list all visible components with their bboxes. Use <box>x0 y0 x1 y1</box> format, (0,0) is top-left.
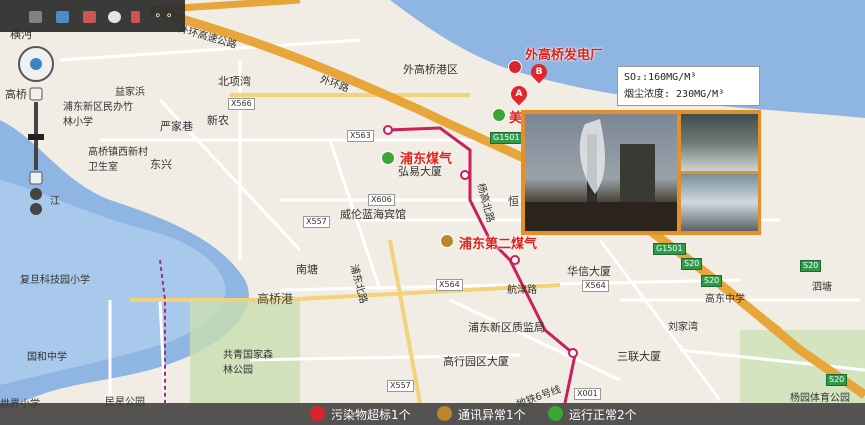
map-label: 新农 <box>207 114 229 127</box>
map-label: 浦东新区质监局 <box>468 321 545 334</box>
so2-reading: SO₂:160MG/M³ <box>624 72 697 83</box>
more-options-icon[interactable]: ∘ ∘ <box>154 8 173 22</box>
pan-tool-icon[interactable] <box>29 11 42 23</box>
measure-tool-icon[interactable] <box>83 11 96 23</box>
map-label: 浦东新区民办竹林小学 <box>63 102 133 128</box>
map-label: 国和中学 <box>27 352 67 363</box>
map-label: 严家巷 <box>160 120 193 133</box>
zoom-control <box>16 44 56 224</box>
zoom-out-button[interactable] <box>29 171 43 185</box>
map-label: 高桥港 <box>257 292 294 306</box>
map-label: 共青国家森林公园 <box>223 350 273 376</box>
route-shield: X557 <box>303 216 330 228</box>
route-shield: G1501 <box>653 243 686 255</box>
route-shield: S20 <box>701 275 723 287</box>
alarm-marker-icon[interactable] <box>508 60 522 74</box>
map-label: 北项湾 <box>218 75 251 88</box>
route-shield: S20 <box>800 260 822 272</box>
video-surveillance-panel[interactable] <box>521 110 761 235</box>
route-shield: S20 <box>681 258 703 270</box>
route-shield: X606 <box>368 194 395 206</box>
emission-info-popup: SO₂:160MG/M³ 烟尘浓度: 230MG/M³ <box>617 66 760 106</box>
site-label-pudong-gas[interactable]: 浦东煤气 <box>400 148 452 167</box>
zoom-slider-handle[interactable] <box>28 134 44 140</box>
clock-tool-icon[interactable] <box>108 11 121 23</box>
status-legend-bar <box>0 403 865 425</box>
map-label: 泗塘 <box>812 282 832 293</box>
hand-tool-icon[interactable] <box>30 188 42 200</box>
ok-marker-icon[interactable] <box>492 108 506 122</box>
map-toolbar: ∘ ∘ <box>0 0 185 32</box>
map-label: 刘家湾 <box>668 322 698 333</box>
route-shield: G1501 <box>490 132 523 144</box>
dust-reading: 烟尘浓度: 230MG/M³ <box>624 89 725 100</box>
warning-marker-icon[interactable] <box>440 234 454 248</box>
site-label-power-plant[interactable]: 外高桥发电厂 <box>525 44 603 63</box>
route-shield: X564 <box>436 279 463 291</box>
map-label: 华信大厦 <box>567 265 611 278</box>
flag-tool-icon[interactable] <box>131 11 140 23</box>
chimney-smoke-image <box>525 119 677 231</box>
alarm-legend-icon <box>310 406 325 421</box>
map-label: 恒 <box>508 195 519 208</box>
map-label: 高桥镇西新村卫生室 <box>88 147 148 173</box>
map-label: 复旦科技园小学 <box>20 275 90 286</box>
map-pin-a[interactable]: A <box>507 82 531 106</box>
map-label: 南塘 <box>296 263 318 276</box>
map-label: 高行园区大厦 <box>443 355 509 368</box>
route-shield: X566 <box>228 98 255 110</box>
video-main-feed[interactable] <box>525 114 677 231</box>
map-label: 航津路 <box>507 285 537 296</box>
route-shield: S20 <box>826 374 848 386</box>
warning-legend-icon <box>437 406 452 421</box>
map-label: 益家浜 <box>115 87 145 98</box>
map-label: 高东中学 <box>705 294 745 305</box>
legend-warning-text: 通讯异常1个 <box>458 408 526 422</box>
layers-icon[interactable] <box>30 203 42 215</box>
legend-alarm-text: 污染物超标1个 <box>331 408 411 422</box>
video-sub-feed-1[interactable] <box>681 114 758 171</box>
map-label: 三联大厦 <box>617 350 661 363</box>
ok-marker-icon[interactable] <box>381 151 395 165</box>
map-label: 外高桥港区 <box>403 63 458 76</box>
route-shield: X557 <box>387 380 414 392</box>
video-sub-feed-2[interactable] <box>681 174 758 231</box>
zoom-in-button[interactable] <box>29 87 43 101</box>
map-pin-b[interactable]: B <box>527 60 551 84</box>
route-shield: X564 <box>582 280 609 292</box>
map-label: 威伦蓝海宾馆 <box>340 208 406 221</box>
site-label-pudong-gas-2[interactable]: 浦东第二煤气 <box>459 233 537 252</box>
ok-legend-icon <box>548 406 563 421</box>
legend-ok-text: 运行正常2个 <box>569 408 637 422</box>
map-label: 东兴 <box>150 158 172 171</box>
select-tool-icon[interactable] <box>56 11 69 23</box>
route-shield: X001 <box>574 388 601 400</box>
route-shield: X563 <box>347 130 374 142</box>
map-label: 杨园体育公园 <box>790 393 850 404</box>
